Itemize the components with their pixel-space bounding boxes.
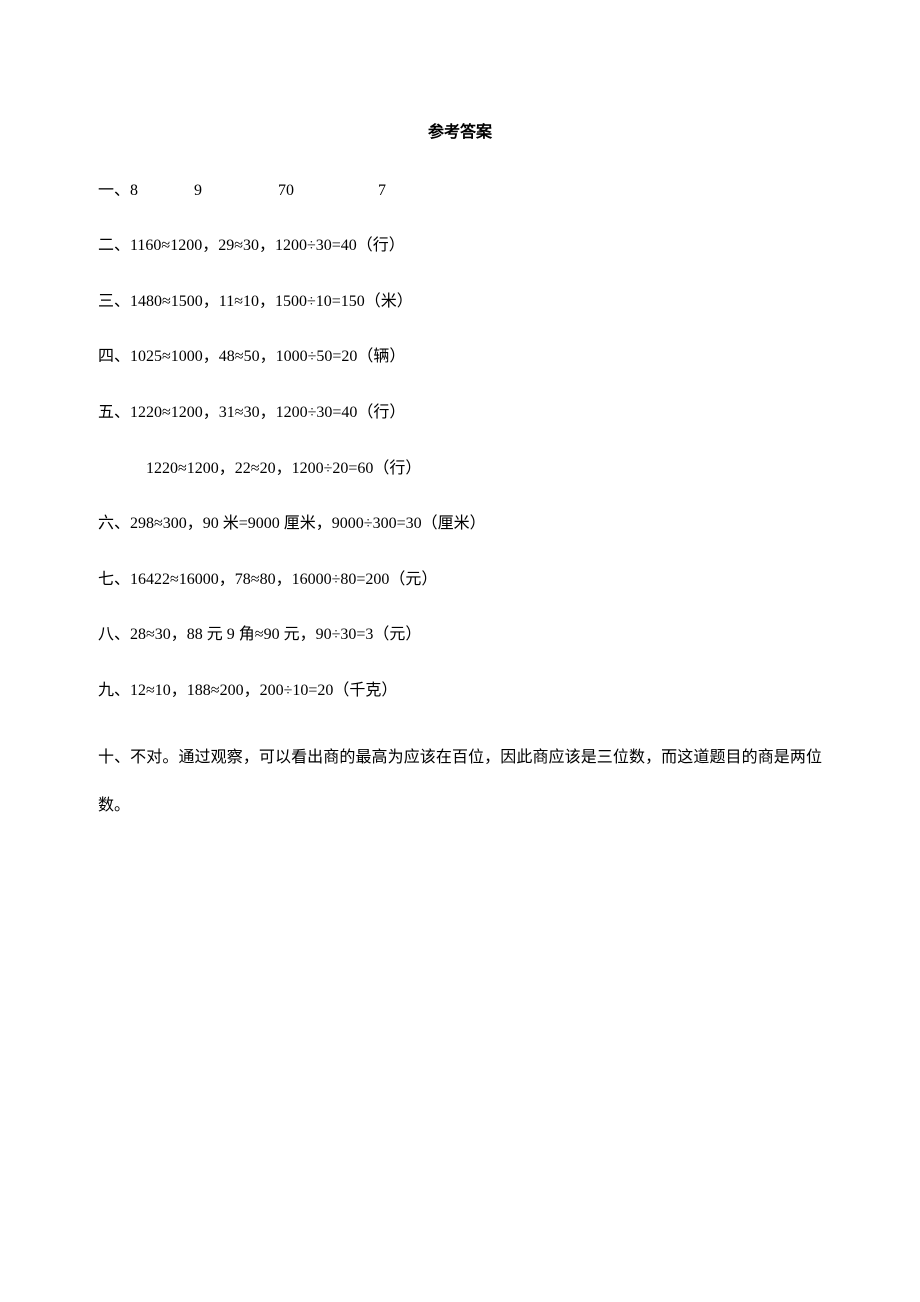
answer-8: 八、28≈30，88 元 9 角≈90 元，90÷30=3（元） bbox=[98, 622, 822, 648]
answer-10: 十、不对。通过观察，可以看出商的最高为应该在百位，因此商应该是三位数，而这道题目… bbox=[98, 734, 822, 830]
answer-9: 九、12≈10，188≈200，200÷10=20（千克） bbox=[98, 678, 822, 704]
answer-7: 七、16422≈16000，78≈80，16000÷80=200（元） bbox=[98, 567, 822, 593]
answer-2: 二、1160≈1200，29≈30，1200÷30=40（行） bbox=[98, 233, 822, 259]
answer-6: 六、298≈300，90 米=9000 厘米，9000÷300=30（厘米） bbox=[98, 511, 822, 537]
answer-5b: 1220≈1200，22≈20，1200÷20=60（行） bbox=[98, 456, 822, 482]
answer-5: 五、1220≈1200，31≈30，1200÷30=40（行） bbox=[98, 400, 822, 426]
answer-4: 四、1025≈1000，48≈50，1000÷50=20（辆） bbox=[98, 344, 822, 370]
answer-1: 一、8 9 70 7 bbox=[98, 178, 822, 204]
answer-3: 三、1480≈1500，11≈10，1500÷10=150（米） bbox=[98, 289, 822, 315]
page-title: 参考答案 bbox=[98, 120, 822, 146]
